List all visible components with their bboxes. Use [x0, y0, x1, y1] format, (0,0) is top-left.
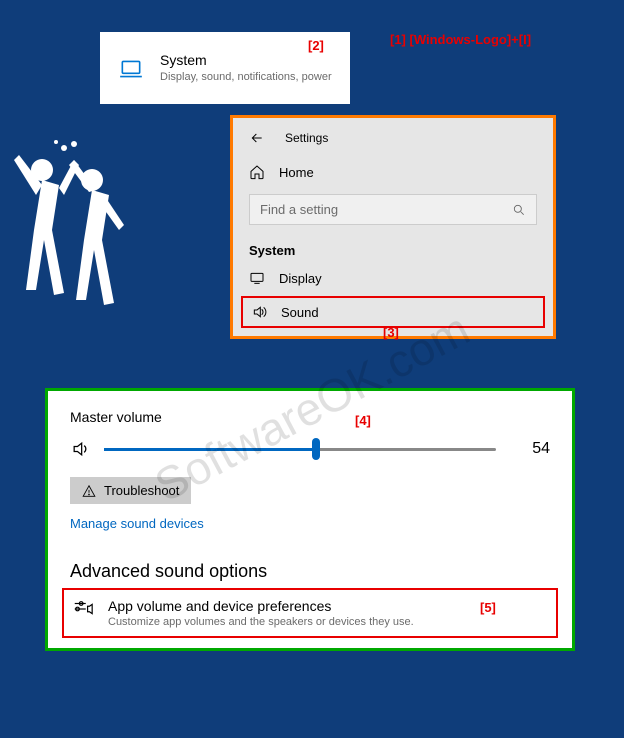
warning-icon — [82, 484, 96, 498]
app-volume-subtitle: Customize app volumes and the speakers o… — [108, 616, 414, 628]
volume-slider[interactable] — [104, 448, 496, 451]
home-icon — [249, 164, 265, 180]
annotation-1: [1] [Windows-Logo]+[I] — [390, 32, 531, 47]
search-icon — [512, 203, 526, 217]
search-placeholder: Find a setting — [260, 202, 338, 217]
troubleshoot-button[interactable]: Troubleshoot — [70, 477, 191, 504]
nav-sound-label: Sound — [281, 305, 319, 320]
annotation-3: [3] — [383, 325, 399, 340]
nav-home[interactable]: Home — [233, 156, 553, 188]
volume-value: 54 — [510, 440, 550, 458]
speaker-icon[interactable] — [70, 439, 90, 459]
annotation-4: [4] — [355, 413, 371, 428]
annotation-2: [2] — [308, 38, 324, 53]
nav-section-system: System — [233, 235, 553, 262]
nav-display-label: Display — [279, 271, 322, 286]
nav-sound[interactable]: Sound — [241, 296, 545, 328]
system-tile-subtitle: Display, sound, notifications, power — [160, 70, 332, 84]
settings-nav-panel: Settings Home Find a setting System Disp… — [230, 115, 556, 339]
dancing-figures-decoration — [4, 140, 144, 320]
system-tile-title: System — [160, 52, 332, 68]
back-button[interactable] — [249, 130, 265, 146]
settings-header-label: Settings — [285, 131, 328, 145]
mixer-icon — [72, 598, 94, 620]
nav-home-label: Home — [279, 165, 314, 180]
manage-sound-devices-link[interactable]: Manage sound devices — [70, 516, 550, 531]
volume-slider-thumb[interactable] — [312, 438, 320, 460]
nav-display[interactable]: Display — [233, 262, 553, 294]
troubleshoot-label: Troubleshoot — [104, 483, 179, 498]
display-icon — [249, 270, 265, 286]
app-volume-title: App volume and device preferences — [108, 598, 414, 614]
search-input[interactable]: Find a setting — [249, 194, 537, 225]
advanced-sound-heading: Advanced sound options — [70, 561, 550, 582]
volume-slider-fill — [104, 448, 316, 451]
laptop-icon — [118, 56, 144, 82]
sound-icon — [251, 304, 267, 320]
master-volume-label: Master volume — [70, 409, 550, 425]
annotation-5: [5] — [480, 600, 496, 615]
